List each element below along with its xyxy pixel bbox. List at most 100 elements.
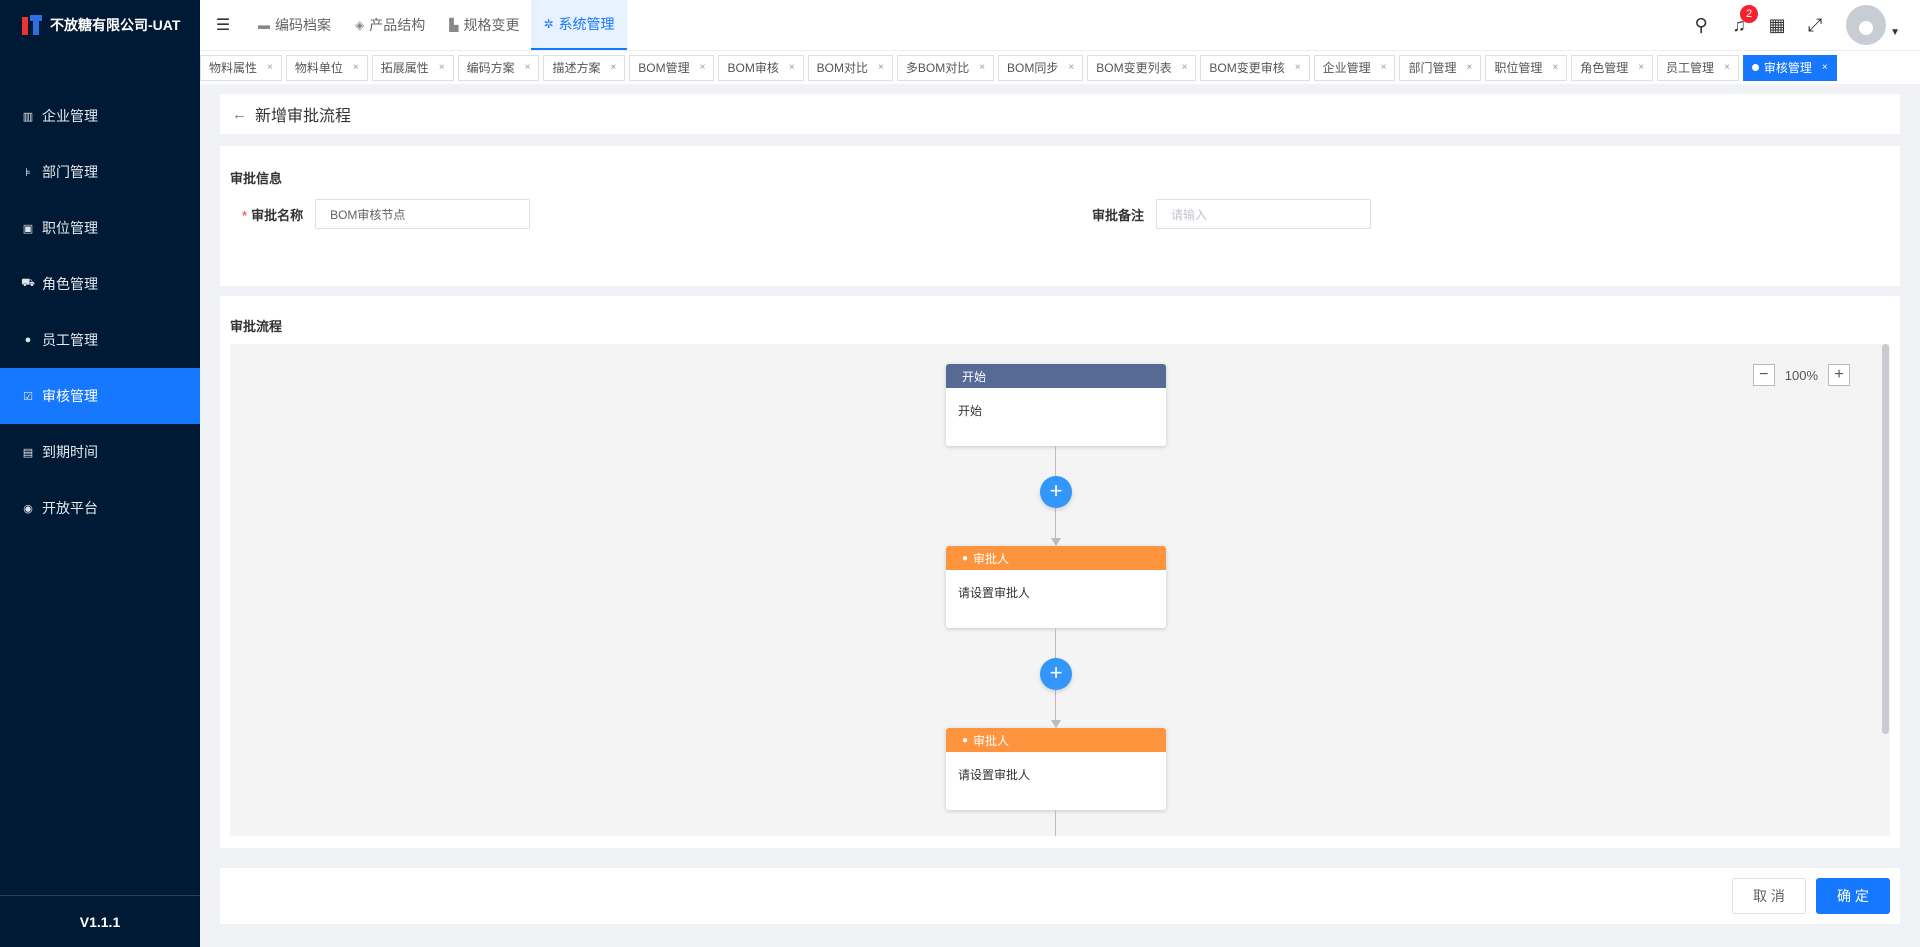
top-nav-encoding[interactable]: ▬ 编码档案: [246, 0, 343, 50]
sidebar-item-approval[interactable]: ☑ 审核管理: [0, 368, 200, 424]
sidebar-item-label: 到期时间: [42, 444, 98, 460]
tab-bom-manage[interactable]: BOM管理 ×: [629, 54, 715, 81]
approval-name-label: * 审批名称: [242, 207, 304, 223]
version-label: V1.1.1: [0, 895, 200, 947]
flow-node-approver[interactable]: ● 审批人 请设置审批人: [946, 546, 1166, 628]
close-icon[interactable]: ×: [1822, 62, 1828, 73]
sidebar-item-role[interactable]: ⛟ 角色管理: [0, 256, 200, 312]
close-icon[interactable]: ×: [878, 62, 884, 73]
sidebar-item-open-platform[interactable]: ◉ 开放平台: [0, 480, 200, 536]
close-icon[interactable]: ×: [700, 62, 706, 73]
page-title-bar: ← 新增审批流程: [220, 94, 1900, 134]
building-icon: ▥: [22, 110, 34, 123]
top-nav-system[interactable]: ✲ 系统管理: [531, 0, 627, 50]
company-logo-icon: [20, 13, 44, 37]
chart-icon: ▙: [449, 18, 459, 32]
tab-enterprise[interactable]: 企业管理 ×: [1313, 54, 1396, 81]
approval-name-input[interactable]: BOM审核节点: [315, 199, 531, 229]
top-header: ☰ ▬ 编码档案 ◈ 产品结构 ▙ 规格变更 ✲ 系统管理 ⚲ ♫ 2 ▦ ⤢ ▼: [200, 0, 1920, 50]
header-actions: ⚲ ♫ 2 ▦ ⤢ ▼: [1682, 0, 1900, 50]
zoom-in-button[interactable]: +: [1828, 364, 1850, 386]
close-icon[interactable]: ×: [610, 62, 616, 73]
close-icon[interactable]: ×: [1466, 62, 1472, 73]
tab-role[interactable]: 角色管理 ×: [1571, 54, 1654, 81]
top-nav-label: 规格变更: [463, 17, 520, 33]
sidebar: 不放糖有限公司-UAT ▥ 企业管理 ⊧ 部门管理 ▣ 职位管理 ⛟ 角色管理 …: [0, 0, 200, 947]
tab-bom-change-list[interactable]: BOM变更列表 ×: [1087, 54, 1197, 81]
avatar[interactable]: [1846, 5, 1887, 45]
node-header: ● 审批人: [946, 546, 1166, 570]
platform-icon: ◉: [23, 502, 33, 515]
sidebar-item-employee[interactable]: ● 员工管理: [0, 312, 200, 368]
arrow-down-icon: [1051, 720, 1061, 728]
flow-canvas[interactable]: − 100% + 开始 开始 + ● 审批人 请设置审批人 + ● 审批人 请设…: [230, 344, 1890, 836]
back-arrow-icon[interactable]: ←: [232, 106, 247, 123]
collapse-menu-icon[interactable]: ☰: [200, 15, 246, 35]
tab-bom-sync[interactable]: BOM同步 ×: [998, 54, 1084, 81]
sidebar-item-label: 角色管理: [42, 276, 98, 292]
close-icon[interactable]: ×: [1068, 62, 1074, 73]
tab-employee[interactable]: 员工管理 ×: [1657, 54, 1739, 81]
search-icon[interactable]: ⚲: [1682, 15, 1720, 36]
tab-bom-review[interactable]: BOM审核 ×: [718, 54, 804, 81]
tab-material-unit[interactable]: 物料单位 ×: [285, 54, 368, 81]
node-body: 请设置审批人: [958, 586, 1031, 600]
add-node-button[interactable]: +: [1040, 658, 1072, 690]
sidebar-item-position[interactable]: ▣ 职位管理: [0, 200, 200, 256]
approval-name-row: * 审批名称 BOM审核节点: [242, 199, 531, 229]
users-icon: ●: [24, 334, 32, 346]
flow-node-start[interactable]: 开始 开始: [946, 364, 1166, 446]
sidebar-item-expiry[interactable]: ▤ 到期时间: [0, 424, 200, 480]
tab-material-attr[interactable]: 物料属性 ×: [200, 54, 282, 81]
sidebar-item-department[interactable]: ⊧ 部门管理: [0, 144, 200, 200]
tab-position[interactable]: 职位管理 ×: [1485, 54, 1568, 81]
close-icon[interactable]: ×: [1638, 62, 1644, 73]
tab-description-scheme[interactable]: 描述方案 ×: [543, 54, 626, 81]
bell-icon[interactable]: ♫ 2: [1720, 4, 1759, 36]
tab-department[interactable]: 部门管理 ×: [1399, 54, 1482, 81]
top-nav-label: 产品结构: [369, 17, 426, 33]
close-icon[interactable]: ×: [1182, 62, 1188, 73]
tab-extend-attr[interactable]: 拓展属性 ×: [371, 54, 454, 81]
cancel-button[interactable]: 取 消: [1732, 878, 1806, 914]
tab-bom-change-review[interactable]: BOM变更审核 ×: [1200, 54, 1310, 81]
close-icon[interactable]: ×: [1381, 62, 1387, 73]
zoom-out-button[interactable]: −: [1752, 364, 1775, 386]
active-dot-icon: [1751, 64, 1759, 71]
fullscreen-icon[interactable]: ⤢: [1796, 15, 1834, 36]
scrollbar-thumb[interactable]: [1882, 344, 1889, 734]
close-icon[interactable]: ×: [1552, 62, 1558, 73]
top-nav-spec-change[interactable]: ▙ 规格变更: [437, 0, 531, 50]
calendar-icon: ▤: [22, 446, 34, 459]
tab-approval[interactable]: 审核管理 ×: [1742, 54, 1837, 81]
tab-encoding-scheme[interactable]: 编码方案 ×: [457, 54, 540, 81]
close-icon[interactable]: ×: [267, 62, 273, 73]
user-icon: ●: [962, 552, 969, 564]
page-title: 新增审批流程: [255, 108, 352, 125]
close-icon[interactable]: ×: [525, 62, 531, 73]
close-icon[interactable]: ×: [439, 62, 445, 73]
layers-icon: ◈: [355, 18, 365, 32]
add-node-button[interactable]: +: [1040, 476, 1072, 508]
top-nav-product-structure[interactable]: ◈ 产品结构: [343, 0, 437, 50]
flow-connector: [1055, 810, 1056, 836]
close-icon[interactable]: ×: [1724, 62, 1730, 73]
caret-down-icon[interactable]: ▼: [1890, 27, 1900, 38]
sidebar-item-label: 开放平台: [42, 500, 98, 516]
confirm-button[interactable]: 确 定: [1816, 878, 1890, 914]
approval-remark-input[interactable]: 请输入: [1156, 199, 1372, 229]
canvas-scrollbar[interactable]: [1880, 344, 1890, 836]
zoom-level: 100%: [1784, 367, 1818, 383]
node-body: 开始: [958, 404, 983, 418]
close-icon[interactable]: ×: [789, 62, 795, 73]
tab-multi-bom-compare[interactable]: 多BOM对比 ×: [896, 54, 995, 81]
flow-node-approver[interactable]: ● 审批人 请设置审批人: [946, 728, 1166, 810]
tab-bom-compare[interactable]: BOM对比 ×: [807, 54, 893, 81]
close-icon[interactable]: ×: [353, 62, 359, 73]
close-icon[interactable]: ×: [1295, 62, 1301, 73]
close-icon[interactable]: ×: [979, 62, 985, 73]
logo: 不放糖有限公司-UAT: [0, 0, 200, 50]
sidebar-item-enterprise[interactable]: ▥ 企业管理: [0, 88, 200, 144]
approval-remark-label: 审批备注: [1092, 207, 1145, 223]
qrcode-icon[interactable]: ▦: [1758, 15, 1796, 36]
